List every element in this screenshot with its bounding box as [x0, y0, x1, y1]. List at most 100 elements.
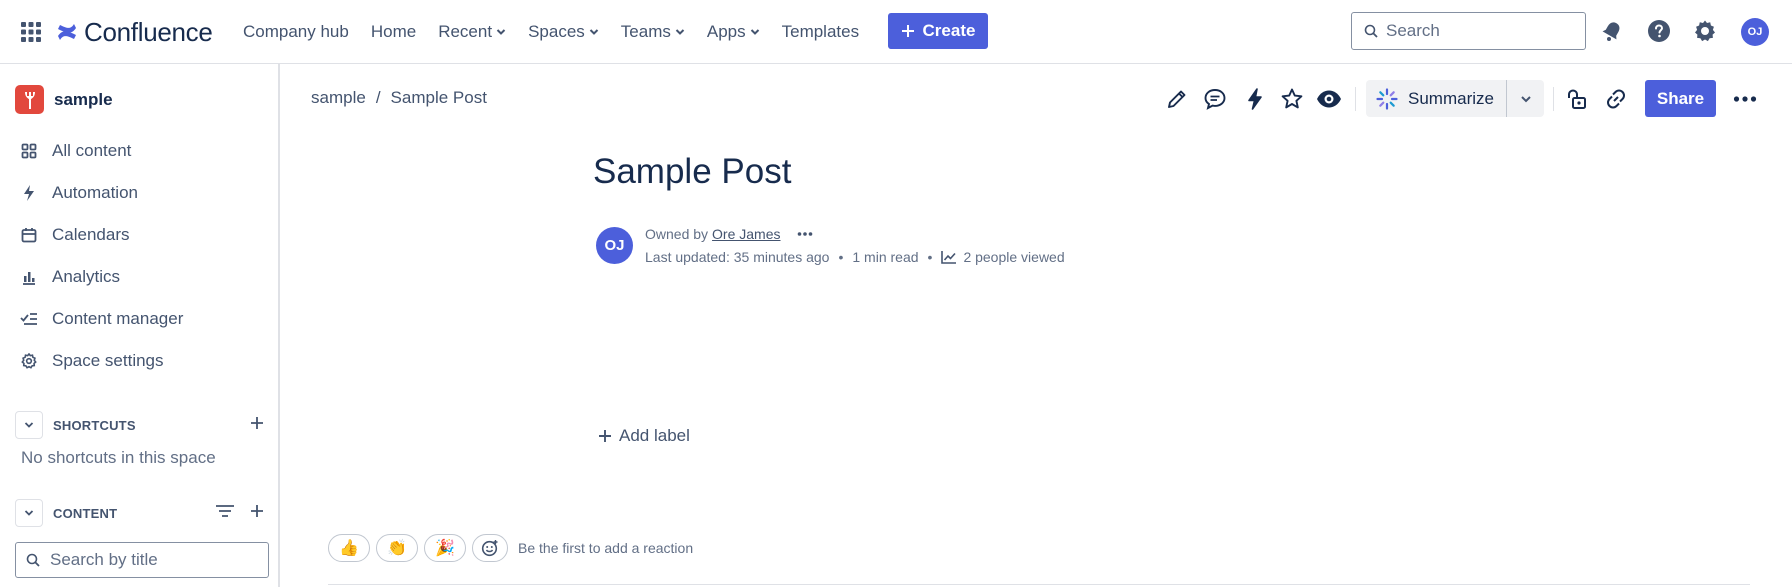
title-search-box[interactable]	[15, 542, 269, 578]
content-divider	[328, 584, 1750, 585]
nav-teams[interactable]: Teams	[621, 22, 685, 42]
reaction-party[interactable]: 🎉	[424, 534, 466, 562]
content-section-header: CONTENT	[15, 499, 265, 527]
sidebar-item-label: Space settings	[52, 351, 164, 370]
add-shortcut-plus-icon[interactable]	[249, 415, 265, 431]
shortcuts-section-header: SHORTCUTS	[15, 411, 265, 439]
plus-icon	[901, 25, 914, 37]
lightning-icon	[20, 184, 38, 202]
chevron-down-icon	[24, 510, 34, 516]
gear-icon	[20, 352, 38, 370]
content-label: CONTENT	[53, 505, 118, 521]
nav-link-label: Apps	[706, 22, 746, 41]
confluence-logo-icon	[56, 21, 78, 43]
sidebar-item-calendars[interactable]: Calendars	[20, 220, 130, 250]
edit-pencil-icon[interactable]	[1164, 86, 1190, 112]
help-icon[interactable]	[1646, 18, 1672, 44]
shortcuts-label: SHORTCUTS	[53, 417, 136, 433]
nav-link-label: Teams	[620, 22, 671, 41]
chevron-down-icon	[24, 422, 34, 428]
search-icon	[26, 553, 40, 567]
party-popper-icon: 🎉	[435, 540, 455, 557]
last-updated[interactable]: Last updated: 35 minutes ago	[645, 249, 829, 265]
create-button[interactable]: Create	[888, 13, 988, 49]
byline-more-icon[interactable]	[797, 231, 813, 237]
chevron-down-icon	[589, 29, 598, 35]
calendar-icon	[20, 226, 38, 244]
notifications-icon[interactable]	[1599, 18, 1625, 44]
breadcrumb: sample / Sample Post	[311, 88, 487, 108]
nav-templates[interactable]: Templates	[782, 22, 859, 42]
summarize-split-button: Summarize	[1366, 80, 1544, 117]
reaction-clap[interactable]: 👏	[376, 534, 418, 562]
summarize-label: Summarize	[1408, 88, 1494, 108]
space-header[interactable]: sample	[15, 85, 113, 114]
avatar-initials: OJ	[1747, 26, 1763, 38]
meta-separator: •	[838, 249, 844, 265]
sidebar-item-analytics[interactable]: Analytics	[20, 262, 120, 292]
copy-link-icon[interactable]	[1603, 86, 1629, 112]
star-icon[interactable]	[1279, 86, 1305, 112]
share-label: Share	[1656, 88, 1705, 108]
share-button[interactable]: Share	[1645, 80, 1716, 117]
chevron-down-icon	[1520, 95, 1531, 102]
summarize-button[interactable]: Summarize	[1366, 80, 1506, 117]
sidebar-item-content-manager[interactable]: Content manager	[20, 304, 183, 334]
confluence-logo[interactable]: Confluence	[56, 16, 213, 48]
content-collapse-toggle[interactable]	[15, 499, 43, 527]
breadcrumb-separator: /	[375, 88, 381, 107]
plus-icon	[599, 430, 611, 442]
shortcuts-collapse-toggle[interactable]	[15, 411, 43, 439]
nav-recent[interactable]: Recent	[438, 22, 506, 42]
shortcuts-actions	[249, 415, 265, 431]
byline-metadata: Last updated: 35 minutes ago • 1 min rea…	[645, 249, 1065, 265]
title-search-input[interactable]	[50, 550, 250, 570]
add-emoji-icon	[481, 540, 498, 557]
chevron-down-icon	[750, 29, 759, 35]
search-icon	[1364, 24, 1378, 38]
add-label-button[interactable]: Add label	[598, 426, 690, 446]
comment-icon[interactable]	[1202, 86, 1228, 112]
grid-icon	[20, 142, 38, 160]
filter-icon[interactable]	[215, 503, 235, 519]
nav-home[interactable]: Home	[371, 22, 416, 42]
owner-avatar[interactable]: OJ	[596, 227, 633, 264]
reaction-thumbs-up[interactable]: 👍	[328, 534, 370, 562]
user-avatar[interactable]: OJ	[1741, 18, 1769, 46]
owner-name-link[interactable]: Ore James	[712, 226, 780, 242]
page-title: Sample Post	[593, 152, 792, 191]
views-count[interactable]: 2 people viewed	[963, 249, 1064, 265]
toolbar-divider	[1355, 87, 1356, 111]
top-navigation-bar: Confluence Company hub Home Recent Space…	[0, 0, 1792, 64]
reactions-bar: 👍 👏 🎉 Be the first to add a reaction	[328, 534, 693, 562]
app-switcher-icon[interactable]	[20, 21, 42, 43]
space-name: sample	[54, 89, 113, 109]
automation-lightning-icon[interactable]	[1242, 86, 1268, 112]
more-actions-icon[interactable]	[1732, 86, 1758, 112]
ai-sparkle-icon	[1376, 87, 1398, 110]
nav-link-label: Spaces	[528, 22, 585, 41]
owner-prefix: Owned by	[645, 226, 709, 242]
sidebar-item-automation[interactable]: Automation	[20, 178, 138, 208]
meta-separator: •	[927, 249, 933, 265]
global-search[interactable]	[1351, 12, 1586, 50]
settings-gear-icon[interactable]	[1692, 18, 1718, 44]
nav-apps[interactable]: Apps	[707, 22, 760, 42]
restrictions-unlock-icon[interactable]	[1564, 86, 1590, 112]
search-input[interactable]	[1386, 21, 1566, 41]
breadcrumb-space-link[interactable]: sample	[311, 88, 366, 108]
space-sidebar: sample All content Automation Calendars …	[0, 64, 280, 587]
thumbs-up-icon: 👍	[339, 540, 359, 557]
add-reaction-button[interactable]	[472, 534, 508, 562]
add-content-plus-icon[interactable]	[249, 503, 265, 519]
clap-icon: 👏	[387, 540, 407, 557]
nav-spaces[interactable]: Spaces	[528, 22, 599, 42]
nav-company-hub[interactable]: Company hub	[243, 22, 349, 42]
nav-link-label: Home	[370, 22, 417, 41]
sidebar-item-space-settings[interactable]: Space settings	[20, 346, 164, 376]
summarize-dropdown[interactable]	[1507, 80, 1544, 117]
watch-eye-icon[interactable]	[1316, 86, 1342, 112]
views-trend-icon	[941, 250, 957, 264]
sidebar-item-all-content[interactable]: All content	[20, 136, 131, 166]
breadcrumb-page-link[interactable]: Sample Post	[391, 88, 487, 108]
